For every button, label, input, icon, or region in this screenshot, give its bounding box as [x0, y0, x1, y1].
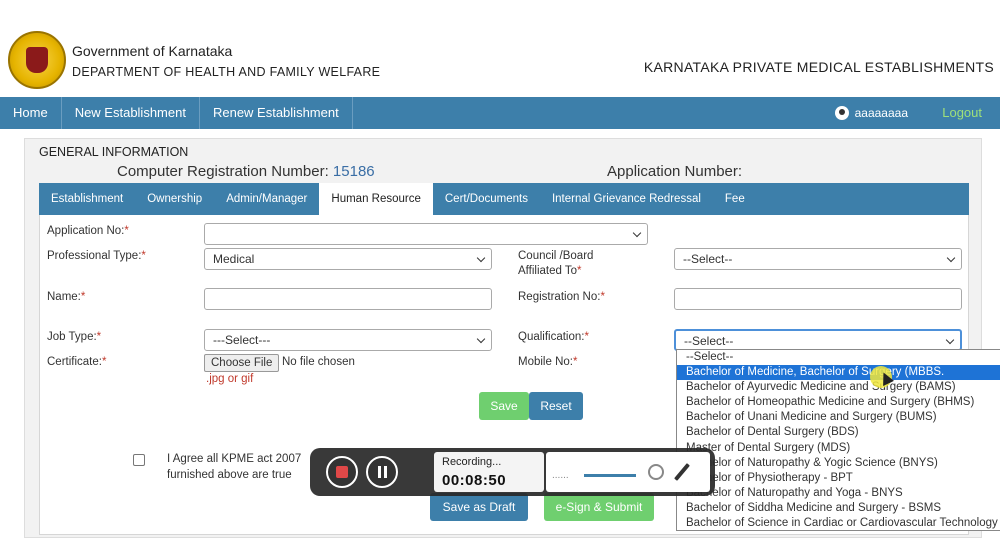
- qualification-option[interactable]: Bachelor of Siddha Medicine and Surgery …: [677, 501, 1000, 516]
- screen-recorder-toolbar: Recording... 00:08:50 ......: [310, 448, 715, 496]
- qualification-option[interactable]: Bachelor of Medicine, Bachelor of Surger…: [677, 365, 1000, 381]
- certificate-label: Certificate:*: [47, 356, 107, 368]
- site-header: Government of Karnataka DEPARTMENT OF HE…: [0, 28, 1000, 96]
- council-board-label: Council /Board Affiliated To*: [518, 250, 594, 277]
- user-menu[interactable]: aaaaaaaa: [834, 97, 908, 129]
- username: aaaaaaaa: [854, 106, 908, 120]
- mobile-no-label: Mobile No:*: [518, 356, 578, 368]
- file-type-hint: .jpg or gif: [206, 373, 254, 385]
- tab-fee[interactable]: Fee: [713, 183, 757, 215]
- tab-ownership[interactable]: Ownership: [135, 183, 214, 215]
- pen-icon[interactable]: [674, 463, 690, 481]
- tab-cert-documents[interactable]: Cert/Documents: [433, 183, 540, 215]
- qualification-option[interactable]: Bachelor of Homeopathic Medicine and Sur…: [677, 395, 1000, 410]
- qualification-label: Qualification:*: [518, 331, 589, 343]
- main-nav: Home New Establishment Renew Establishme…: [0, 97, 1000, 129]
- recorder-controls: ......: [546, 452, 710, 492]
- department-title: DEPARTMENT OF HEALTH AND FAMILY WELFARE: [72, 65, 381, 79]
- application-no-label: Application No:*: [47, 225, 129, 237]
- agree-checkbox[interactable]: [133, 454, 145, 466]
- qualification-option[interactable]: Bachelor of Unani Medicine and Surgery (…: [677, 410, 1000, 425]
- pause-recording-button[interactable]: [366, 456, 398, 488]
- nav-renew-establishment[interactable]: Renew Establishment: [200, 97, 353, 129]
- registration-no-label: Registration No:*: [518, 291, 605, 303]
- recording-status: Recording... 00:08:50: [434, 452, 544, 492]
- qualification-option[interactable]: Bachelor of Naturopathy and Yoga - BNYS: [677, 486, 1000, 501]
- nav-new-establishment[interactable]: New Establishment: [62, 97, 200, 129]
- recording-timer: 00:08:50: [442, 472, 507, 489]
- audio-dots: ......: [552, 470, 569, 481]
- tab-human-resource[interactable]: Human Resource: [319, 183, 433, 215]
- recording-label: Recording...: [442, 456, 502, 468]
- user-icon: [834, 106, 849, 120]
- nav-home[interactable]: Home: [0, 97, 62, 129]
- save-button[interactable]: Save: [479, 392, 529, 420]
- qualification-option[interactable]: Bachelor of Ayurvedic Medicine and Surge…: [677, 380, 1000, 395]
- agreement-text: I Agree all KPME act 2007 furnished above…: [167, 453, 302, 481]
- registration-number-label: Computer Registration Number:: [117, 163, 333, 180]
- stop-recording-button[interactable]: [326, 456, 358, 488]
- tab-admin-manager[interactable]: Admin/Manager: [214, 183, 319, 215]
- form-tabs: Establishment Ownership Admin/Manager Hu…: [39, 183, 969, 215]
- registration-number: Computer Registration Number: 15186: [117, 163, 375, 180]
- audio-level-slider[interactable]: [584, 474, 636, 477]
- application-number-label: Application Number:: [607, 163, 743, 180]
- tab-internal-grievance-redressal[interactable]: Internal Grievance Redressal: [540, 183, 713, 215]
- webcam-icon[interactable]: [648, 464, 664, 480]
- name-input[interactable]: [204, 288, 492, 310]
- qualification-select[interactable]: --Select--: [674, 329, 962, 351]
- registration-no-input[interactable]: [674, 288, 962, 310]
- application-title: KARNATAKA PRIVATE MEDICAL ESTABLISHMENTS: [643, 59, 994, 75]
- name-label: Name:*: [47, 291, 86, 303]
- qualification-option[interactable]: Bachelor of Dental Surgery (BDS): [677, 425, 1000, 440]
- karnataka-emblem-icon: [8, 31, 66, 89]
- application-no-select[interactable]: [204, 223, 648, 245]
- government-title: Government of Karnataka: [72, 43, 233, 59]
- job-type-select[interactable]: ---Select---: [204, 329, 492, 351]
- save-as-draft-button[interactable]: Save as Draft: [430, 493, 528, 521]
- no-file-chosen-text: No file chosen: [282, 356, 355, 368]
- choose-file-button[interactable]: Choose File: [204, 354, 280, 372]
- logout-link[interactable]: Logout: [942, 97, 982, 129]
- qualification-option[interactable]: Bachelor of Naturopathy & Yogic Science …: [677, 456, 1000, 471]
- qualification-option[interactable]: Bachelor of Physiotherapy - BPT: [677, 471, 1000, 486]
- esign-submit-button[interactable]: e-Sign & Submit: [544, 493, 654, 521]
- page: Government of Karnataka DEPARTMENT OF HE…: [0, 0, 1000, 550]
- registration-number-value: 15186: [332, 163, 375, 180]
- qualification-dropdown-list[interactable]: --Select-- Bachelor of Medicine, Bachelor…: [676, 349, 1000, 531]
- professional-type-label: Professional Type:*: [47, 250, 146, 262]
- council-board-select[interactable]: --Select--: [674, 248, 962, 270]
- professional-type-select[interactable]: Medical: [204, 248, 492, 270]
- reset-button[interactable]: Reset: [529, 392, 583, 420]
- qualification-option[interactable]: --Select--: [677, 350, 1000, 365]
- panel-title: GENERAL INFORMATION: [39, 145, 189, 159]
- qualification-option[interactable]: Bachelor of Science in Cardiac or Cardio…: [677, 516, 1000, 530]
- tab-establishment[interactable]: Establishment: [39, 183, 135, 215]
- qualification-option[interactable]: Master of Dental Surgery (MDS): [677, 441, 1000, 456]
- job-type-label: Job Type:*: [47, 331, 102, 343]
